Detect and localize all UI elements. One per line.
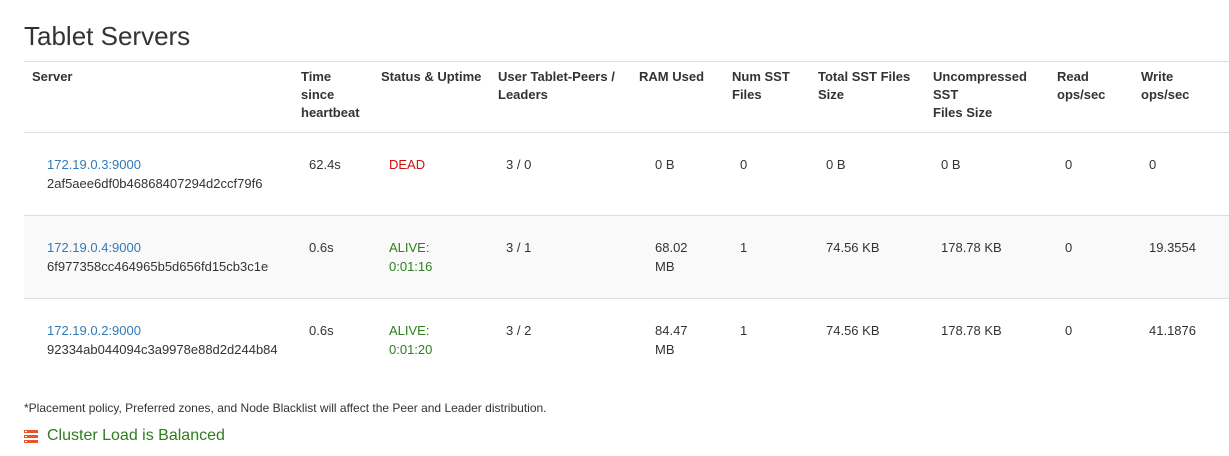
- server-uuid: 6f977358cc464965b5d656fd15cb3c1e: [47, 259, 269, 274]
- col-header-peers[interactable]: User Tablet-Peers / Leaders: [490, 61, 631, 133]
- uptime-value: 0:01:20: [389, 342, 433, 357]
- status-badge: ALIVE:: [389, 240, 430, 255]
- col-header-read-ops[interactable]: Read ops/sec: [1049, 61, 1133, 133]
- server-link[interactable]: 172.19.0.4:9000: [47, 238, 285, 257]
- read-ops-cell: 0: [1049, 132, 1133, 216]
- table-row: 172.19.0.4:9000 6f977358cc464965b5d656fd…: [24, 215, 1229, 299]
- status-badge: DEAD: [389, 157, 426, 172]
- server-link[interactable]: 172.19.0.2:9000: [47, 321, 285, 340]
- peers-cell: 3 / 2: [506, 323, 532, 338]
- server-cell: 172.19.0.4:9000 6f977358cc464965b5d656fd…: [24, 215, 293, 299]
- num-sst-cell: 0: [724, 132, 810, 216]
- balance-status-text: Cluster Load is Balanced: [47, 427, 225, 444]
- read-ops-cell: 0: [1065, 323, 1073, 338]
- write-ops-cell: 19.3554: [1133, 215, 1229, 299]
- server-stack-icon: [24, 430, 38, 443]
- uncompressed-cell: 178.78 KB: [925, 215, 1049, 299]
- heartbeat-cell: 62.4s: [293, 132, 373, 216]
- write-ops-cell: 0: [1133, 132, 1229, 216]
- server-cell: 172.19.0.2:9000 92334ab044094c3a9978e88d…: [24, 299, 293, 382]
- total-sst-cell: 74.56 KB: [810, 215, 925, 299]
- total-sst-cell: 74.56 KB: [826, 323, 880, 338]
- status-cell: ALIVE: 0:01:20: [373, 299, 490, 382]
- ram-cell: 84.47 MB: [655, 323, 688, 357]
- heartbeat-cell: 0.6s: [309, 323, 334, 338]
- status-cell: ALIVE: 0:01:16: [373, 215, 490, 299]
- col-header-write-ops[interactable]: Write ops/sec: [1133, 61, 1229, 133]
- uptime-value: 0:01:16: [389, 259, 433, 274]
- cluster-balance-status: Cluster Load is Balanced: [24, 425, 225, 447]
- table-header-row: Server Time since heartbeat Status & Uptim…: [24, 61, 1229, 133]
- status-badge: ALIVE:: [389, 323, 430, 338]
- write-ops-cell: 41.1876: [1149, 323, 1196, 338]
- uncompressed-cell: 0 B: [925, 132, 1049, 216]
- table-row: 172.19.0.2:9000 92334ab044094c3a9978e88d…: [24, 299, 1229, 382]
- col-header-num-sst[interactable]: Num SST Files: [724, 61, 810, 133]
- ram-cell: 68.02 MB: [631, 215, 724, 299]
- peers-cell: 3 / 1: [490, 215, 631, 299]
- ram-cell: 0 B: [631, 132, 724, 216]
- uncompressed-cell: 178.78 KB: [941, 323, 1002, 338]
- num-sst-cell: 1: [724, 215, 810, 299]
- server-uuid: 92334ab044094c3a9978e88d2d244b84: [47, 342, 278, 357]
- server-uuid: 2af5aee6df0b46868407294d2ccf79f6: [47, 176, 263, 191]
- col-header-total-sst[interactable]: Total SST Files Size: [810, 61, 925, 133]
- placement-footnote: *Placement policy, Preferred zones, and …: [24, 401, 547, 415]
- tablet-servers-table: Server Time since heartbeat Status & Uptim…: [24, 61, 1229, 382]
- col-header-status[interactable]: Status & Uptime: [373, 61, 490, 133]
- page-title: Tablet Servers: [24, 21, 191, 51]
- heartbeat-cell: 0.6s: [293, 215, 373, 299]
- table-row: 172.19.0.3:9000 2af5aee6df0b46868407294d…: [24, 132, 1229, 216]
- col-header-uncompressed[interactable]: Uncompressed SST Files Size: [925, 61, 1049, 133]
- peers-cell: 3 / 0: [490, 132, 631, 216]
- server-link[interactable]: 172.19.0.3:9000: [47, 155, 285, 174]
- col-header-heartbeat[interactable]: Time since heartbeat: [293, 61, 373, 133]
- read-ops-cell: 0: [1049, 215, 1133, 299]
- num-sst-cell: 1: [740, 323, 748, 338]
- col-header-server[interactable]: Server: [24, 61, 293, 133]
- col-header-ram[interactable]: RAM Used: [631, 61, 724, 133]
- total-sst-cell: 0 B: [810, 132, 925, 216]
- server-cell: 172.19.0.3:9000 2af5aee6df0b46868407294d…: [24, 132, 293, 216]
- status-cell: DEAD: [373, 132, 490, 216]
